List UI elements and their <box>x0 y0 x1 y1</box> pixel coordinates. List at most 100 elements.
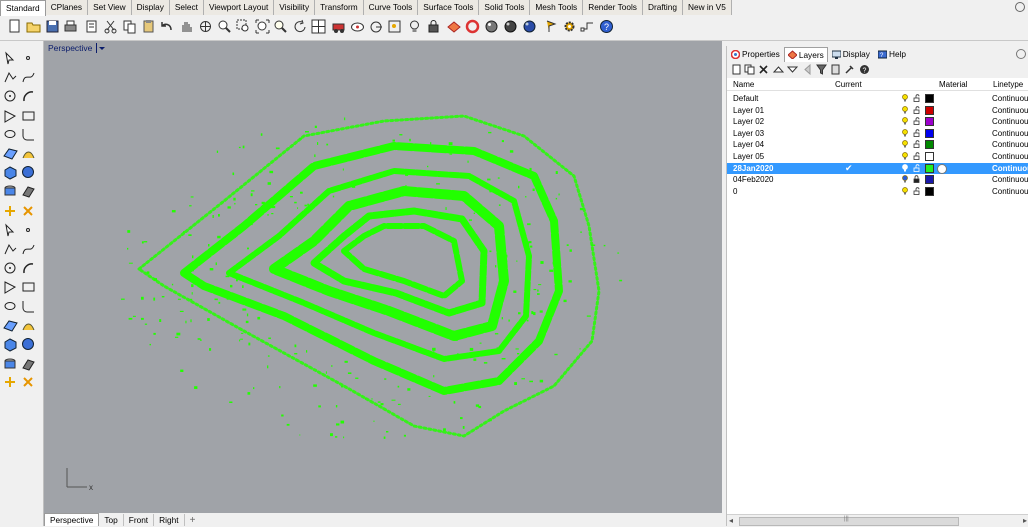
scroll-left-icon[interactable]: ◂ <box>729 516 733 525</box>
triangle-icon[interactable] <box>3 109 18 124</box>
material-icon[interactable] <box>937 163 947 174</box>
tab-mesh-tools[interactable]: Mesh Tools <box>530 0 584 15</box>
column-current[interactable]: Current <box>835 80 862 89</box>
layer-color-swatch[interactable] <box>925 152 934 161</box>
flag-icon[interactable] <box>544 19 559 34</box>
rotate-icon[interactable] <box>21 261 36 276</box>
offset-icon[interactable] <box>3 261 18 276</box>
layer-row[interactable]: 0 Continuous <box>727 186 1028 197</box>
select-points-icon[interactable] <box>387 19 402 34</box>
layer-linetype[interactable]: Continuous <box>992 152 1028 161</box>
panel-gear-icon[interactable] <box>1016 49 1026 59</box>
layer-name[interactable]: Layer 04 <box>733 140 764 149</box>
sphere-solid-icon[interactable] <box>21 165 36 180</box>
viewport-tab-top[interactable]: Top <box>99 514 124 526</box>
visibility-bulb-icon[interactable] <box>902 94 908 102</box>
gear-tools-icon[interactable] <box>562 19 577 34</box>
layer-name[interactable]: Layer 01 <box>733 106 764 115</box>
cut-icon[interactable] <box>103 19 118 34</box>
layer-page-icon[interactable] <box>830 64 841 75</box>
mesh-icon[interactable] <box>21 242 36 257</box>
column-linetype[interactable]: Linetype <box>993 80 1023 89</box>
viewport-tab-perspective[interactable]: Perspective <box>44 513 100 526</box>
render-sphere-icon[interactable] <box>503 19 518 34</box>
tab-render-tools[interactable]: Render Tools <box>583 0 643 15</box>
visibility-bulb-icon[interactable] <box>902 140 908 148</box>
tab-set-view[interactable]: Set View <box>88 0 132 15</box>
dimension-icon[interactable] <box>21 280 36 295</box>
panel-tab-help[interactable]: ? Help <box>874 46 910 62</box>
new-file-icon[interactable] <box>7 19 22 34</box>
grid-icon[interactable] <box>3 337 18 352</box>
layer-row[interactable]: Layer 03 Continuous <box>727 128 1028 139</box>
filter-icon[interactable] <box>816 64 827 75</box>
tab-new-in-v5[interactable]: New in V5 <box>683 0 732 15</box>
tools-icon[interactable] <box>844 64 855 75</box>
scroll-right-icon[interactable]: ▸ <box>1023 516 1027 525</box>
layer-name[interactable]: Layer 03 <box>733 129 764 138</box>
layer-color-swatch[interactable] <box>925 163 934 173</box>
zoom-extents-icon[interactable] <box>255 19 270 34</box>
render-tool-icon[interactable] <box>3 375 18 390</box>
horizontal-scrollbar[interactable]: ◂ ||| ▸ <box>727 514 1028 527</box>
paste-icon[interactable] <box>141 19 156 34</box>
layer-linetype[interactable]: Continuous <box>992 164 1028 173</box>
layer-row[interactable]: Layer 04 Continuous <box>727 139 1028 150</box>
column-name[interactable]: Name <box>733 80 754 89</box>
environment-icon[interactable] <box>522 19 537 34</box>
render-color-icon[interactable] <box>465 19 480 34</box>
layer-linetype[interactable]: Continuous <box>992 94 1028 103</box>
layer-linetype[interactable]: Continuous <box>992 106 1028 115</box>
current-layer-check-icon[interactable]: ✔ <box>845 163 853 174</box>
layer-color-swatch[interactable] <box>925 105 934 115</box>
ellipse-icon[interactable] <box>3 127 18 142</box>
group-icon[interactable] <box>3 299 18 314</box>
new-layer-icon[interactable] <box>731 64 742 75</box>
viewport-tab-front[interactable]: Front <box>124 514 155 526</box>
circle-snap-icon[interactable] <box>369 19 384 34</box>
split-icon[interactable] <box>3 223 18 238</box>
explode-icon[interactable] <box>21 204 36 219</box>
layer-name[interactable]: 0 <box>733 187 737 196</box>
text-icon[interactable] <box>3 280 18 295</box>
panel-tab-layers[interactable]: Layers <box>783 46 828 62</box>
unlock-icon[interactable] <box>913 187 920 195</box>
history-icon[interactable] <box>3 357 18 372</box>
gear-icon[interactable] <box>1015 2 1025 12</box>
layer-color-swatch[interactable] <box>925 94 934 103</box>
zoom-icon[interactable] <box>217 19 232 34</box>
tab-curve-tools[interactable]: Curve Tools <box>363 0 419 15</box>
print-icon[interactable] <box>63 19 78 34</box>
four-viewports-icon[interactable] <box>311 19 326 34</box>
delete-layer-icon[interactable] <box>758 64 769 75</box>
perspective-viewport[interactable]: Perspective x <box>44 41 722 513</box>
save-icon[interactable] <box>45 19 60 34</box>
array-icon[interactable] <box>3 318 18 333</box>
unlock-icon[interactable] <box>913 117 920 126</box>
layer-linetype[interactable]: Continuous <box>992 129 1028 138</box>
tab-viewport-layout[interactable]: Viewport Layout <box>203 0 275 15</box>
unlock-icon[interactable] <box>913 94 920 102</box>
circle-icon[interactable] <box>3 89 18 104</box>
layer-linetype[interactable]: Continuous <box>992 187 1028 196</box>
lock-icon[interactable] <box>426 19 441 34</box>
sphere-icon[interactable] <box>484 19 499 34</box>
properties-icon[interactable] <box>84 19 99 34</box>
unlock-icon[interactable] <box>913 163 920 172</box>
new-sublayer-icon[interactable] <box>744 64 755 75</box>
panel-tab-properties[interactable]: Properties <box>727 46 784 62</box>
unlock-icon[interactable] <box>913 129 920 137</box>
layer-color-swatch[interactable] <box>925 175 934 185</box>
layer-color-swatch[interactable] <box>925 117 934 127</box>
visibility-bulb-icon[interactable] <box>902 128 908 137</box>
undo-view-icon[interactable] <box>293 19 308 34</box>
polyline-icon[interactable] <box>3 70 18 85</box>
layer-name[interactable]: Default <box>733 94 758 103</box>
zoom-window-icon[interactable] <box>236 19 251 34</box>
visibility-bulb-icon[interactable] <box>902 105 908 114</box>
layer-color-swatch[interactable] <box>925 140 934 150</box>
analyze-icon[interactable] <box>21 318 36 333</box>
transform-icon[interactable] <box>3 204 18 219</box>
move-down-icon[interactable] <box>787 64 798 75</box>
panel-tab-display[interactable]: Display <box>828 46 874 62</box>
